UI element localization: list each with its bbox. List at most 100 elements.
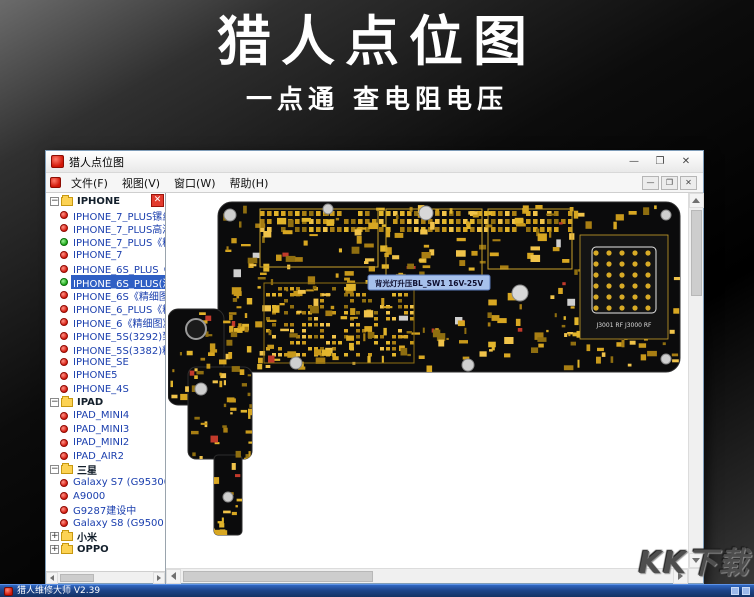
- red-status-icon: [60, 265, 68, 273]
- tree-item-G9287建设中[interactable]: G9287建设中: [47, 503, 165, 516]
- tree-item-IPHONE_4S[interactable]: IPHONE_4S: [47, 382, 165, 395]
- tree-item-IPHONE_6S_PLUS《精[interactable]: IPHONE_6S_PLUS《精: [47, 262, 165, 275]
- close-button[interactable]: ✕: [674, 153, 698, 170]
- tree-item-IPHONE_6《精细图》[interactable]: IPHONE_6《精细图》: [47, 316, 165, 329]
- tree-panel-close-button[interactable]: ✕: [151, 194, 164, 207]
- device-tree-panel: ✕ −IPHONEIPHONE_7_PLUS镙丝IPHONE_7_PLUS高清I…: [46, 193, 166, 583]
- board-annotation[interactable]: 背光灯升压BL_SW1 16V-25V: [368, 275, 490, 290]
- collapse-icon[interactable]: −: [50, 398, 59, 407]
- green-status-icon: [60, 278, 68, 286]
- tree-item-IPAD_MINI2[interactable]: IPAD_MINI2: [47, 436, 165, 449]
- tree-item-label: 三星: [75, 463, 99, 476]
- tree-item-label: IPHONE_6S_PLUS(深: [71, 275, 165, 288]
- scroll-left-icon[interactable]: [166, 569, 181, 584]
- menu-item-1[interactable]: 视图(V): [115, 173, 167, 193]
- tree-item-IPAD[interactable]: −IPAD: [47, 396, 165, 409]
- tree-item-label: IPAD_MINI4: [71, 410, 131, 421]
- tree-item-IPHONE_7_PLUS高清[interactable]: IPHONE_7_PLUS高清: [47, 222, 165, 235]
- horizontal-scroll-thumb[interactable]: [183, 571, 373, 582]
- red-status-icon: [60, 318, 68, 326]
- mdi-close-button[interactable]: ✕: [680, 176, 697, 190]
- tree-item-label: IPHONE_6_PLUS《精: [71, 302, 165, 315]
- tree-item-IPHONE_6S_PLUS(深[interactable]: IPHONE_6S_PLUS(深: [47, 275, 165, 288]
- tree-item-IPAD_MINI4[interactable]: IPAD_MINI4: [47, 409, 165, 422]
- tree-item-IPHONE_7[interactable]: IPHONE_7: [47, 249, 165, 262]
- window-title: 猎人点位图: [69, 154, 124, 170]
- tree-horizontal-scrollbar[interactable]: [46, 571, 165, 583]
- device-tree: −IPHONEIPHONE_7_PLUS镙丝IPHONE_7_PLUS高清IPH…: [46, 193, 165, 571]
- tree-item-IPHONE_6S《精细图[interactable]: IPHONE_6S《精细图: [47, 289, 165, 302]
- tree-item-Galaxy S8 (G9500[interactable]: Galaxy S8 (G9500: [47, 516, 165, 529]
- tree-item-三星[interactable]: − 三星: [47, 463, 165, 476]
- tree-item-label: IPHONE_7: [71, 250, 125, 261]
- board-viewer: J3001 RF J3000 RF: [166, 193, 703, 583]
- collapse-icon[interactable]: −: [50, 197, 59, 206]
- red-status-icon: [60, 492, 68, 500]
- mdi-restore-button[interactable]: ❐: [661, 176, 678, 190]
- menu-item-0[interactable]: 文件(F): [64, 173, 115, 193]
- watermark-text: KK下载: [639, 538, 750, 582]
- tree-item-label: IPHONE_6S_PLUS《精: [71, 262, 165, 275]
- vertical-scrollbar[interactable]: [688, 193, 703, 568]
- tree-item-Galaxy S7 (G95300[interactable]: Galaxy S7 (G95300: [47, 476, 165, 489]
- tree-item-A9000[interactable]: A9000: [47, 490, 165, 503]
- tree-item-label: IPHONE_6《精细图》: [71, 316, 165, 329]
- board-canvas: J3001 RF J3000 RF: [166, 193, 688, 568]
- tree-item-label: IPHONE: [75, 196, 122, 207]
- tree-item-IPHONE_SE[interactable]: IPHONE_SE: [47, 356, 165, 369]
- maximize-button[interactable]: ❐: [648, 153, 672, 170]
- red-status-icon: [60, 372, 68, 380]
- pcb-board-image: J3001 RF J3000 RF: [168, 197, 686, 549]
- mdi-child-icon: [50, 177, 61, 188]
- minimize-button[interactable]: —: [622, 153, 646, 170]
- tree-item-IPHONE_5S(3292)到[interactable]: IPHONE_5S(3292)到: [47, 329, 165, 342]
- tree-item-OPPO[interactable]: +OPPO: [47, 543, 165, 556]
- scroll-right-icon[interactable]: [153, 572, 165, 584]
- red-status-icon: [60, 452, 68, 460]
- tree-item-label: A9000: [71, 491, 107, 502]
- menu-item-2[interactable]: 窗口(W): [167, 173, 222, 193]
- hero-title: 猎人点位图: [0, 10, 754, 75]
- red-status-icon: [60, 385, 68, 393]
- red-status-icon: [60, 345, 68, 353]
- mdi-minimize-button[interactable]: —: [642, 176, 659, 190]
- tree-item-小米[interactable]: +小米: [47, 530, 165, 543]
- menu-item-3[interactable]: 帮助(H): [223, 173, 276, 193]
- vertical-scroll-thumb[interactable]: [691, 210, 702, 296]
- red-status-icon: [60, 412, 68, 420]
- taskbar[interactable]: 猎人维修大师 V2.39: [0, 584, 754, 597]
- tree-scroll-thumb[interactable]: [60, 574, 94, 582]
- expand-icon[interactable]: +: [50, 532, 59, 541]
- red-status-icon: [60, 332, 68, 340]
- expand-icon[interactable]: +: [50, 545, 59, 554]
- app-window: 猎人点位图 — ❐ ✕ 文件(F)视图(V)窗口(W)帮助(H) — ❐ ✕ ✕…: [45, 150, 704, 584]
- tray-icon[interactable]: [731, 587, 739, 595]
- tree-item-IPAD_AIR2[interactable]: IPAD_AIR2: [47, 449, 165, 462]
- scroll-left-icon[interactable]: [46, 572, 58, 584]
- tray-icon[interactable]: [742, 587, 750, 595]
- tree-item-label: IPHONE_SE: [71, 357, 131, 368]
- tree-item-IPHONE_7_PLUS《精[interactable]: IPHONE_7_PLUS《精: [47, 235, 165, 248]
- tree-item-IPAD_MINI3[interactable]: IPAD_MINI3: [47, 423, 165, 436]
- horizontal-scrollbar[interactable]: [166, 568, 688, 583]
- tree-item-IPHONE5[interactable]: IPHONE5: [47, 369, 165, 382]
- folder-icon: [61, 398, 73, 407]
- tree-item-label: IPHONE_5S(3382)精: [71, 342, 165, 355]
- tree-item-IPHONE_6_PLUS《精[interactable]: IPHONE_6_PLUS《精: [47, 302, 165, 315]
- pcb-sim-area: J3001 RF J3000 RF: [580, 235, 668, 339]
- green-status-icon: [60, 238, 68, 246]
- folder-icon: [61, 545, 73, 554]
- tree-item-IPHONE_5S(3382)精[interactable]: IPHONE_5S(3382)精: [47, 342, 165, 355]
- hero-subtitle: 一点通 查电阻电压: [0, 79, 754, 116]
- tree-item-IPHONE[interactable]: − IPHONE: [47, 195, 165, 208]
- tree-item-IPHONE_7_PLUS镙丝[interactable]: IPHONE_7_PLUS镙丝: [47, 208, 165, 221]
- scroll-up-icon[interactable]: [689, 193, 704, 208]
- collapse-icon[interactable]: −: [50, 465, 59, 474]
- folder-icon: [61, 197, 73, 206]
- tree-item-label: IPHONE5: [71, 370, 120, 381]
- red-status-icon: [60, 211, 68, 219]
- sim-connector-labels: J3001 RF J3000 RF: [595, 322, 652, 329]
- red-status-icon: [60, 305, 68, 313]
- red-status-icon: [60, 425, 68, 433]
- menu-bar: 文件(F)视图(V)窗口(W)帮助(H) — ❐ ✕: [46, 173, 703, 193]
